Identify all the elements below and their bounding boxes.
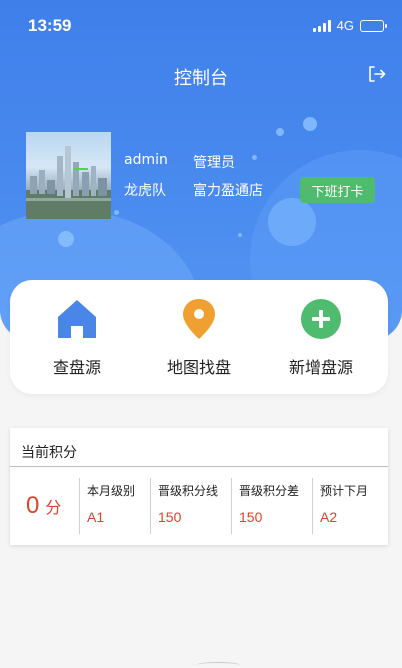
decor-dot: [238, 233, 242, 237]
score-column-level: 本月级别 A1: [79, 478, 149, 534]
score-column-gap: 晋级积分差 150: [231, 478, 312, 534]
score-value: 0: [26, 492, 40, 519]
column-header: 晋级积分差: [239, 484, 300, 498]
score-title: 当前积分: [21, 445, 77, 461]
decor-dot: [58, 231, 74, 247]
column-header: 晋级积分线: [158, 484, 219, 498]
map-pin-icon: [183, 299, 215, 339]
action-map-search[interactable]: 地图找盘: [136, 280, 262, 394]
page-title: 控制台: [174, 68, 228, 89]
logout-icon[interactable]: [366, 64, 386, 84]
column-value: A2: [320, 509, 338, 525]
column-value: 150: [239, 509, 263, 525]
user-role: 管理员: [193, 155, 235, 171]
city-skyline-image: [26, 146, 111, 219]
status-time: 13:59: [28, 16, 72, 35]
score-card: 当前积分 0分 本月级别 A1 晋级积分线 150 晋级积分差 150 预计下月…: [10, 428, 388, 545]
column-value: 150: [158, 509, 182, 525]
decor-blob: [268, 198, 316, 246]
status-indicators: 4G: [312, 18, 387, 33]
action-label: 地图找盘: [166, 358, 231, 377]
user-team: 龙虎队: [124, 183, 166, 199]
column-header: 预计下月: [320, 484, 369, 498]
decor-dot: [276, 128, 284, 136]
plus-circle-icon: [301, 299, 341, 339]
score-total: 0分: [26, 492, 61, 520]
user-name: admin: [124, 152, 168, 168]
score-column-next-month: 预计下月 A2: [312, 478, 386, 534]
home-icon: [58, 300, 96, 338]
column-value: A1: [87, 509, 105, 525]
decor-dot: [114, 210, 119, 215]
score-column-threshold: 晋级积分线 150: [150, 478, 231, 534]
action-browse-listings[interactable]: 查盘源: [14, 280, 140, 394]
bottom-indicator: [196, 662, 240, 668]
battery-icon: [360, 19, 387, 32]
score-unit: 分: [45, 498, 62, 517]
action-add-listing[interactable]: 新增盘源: [258, 280, 384, 394]
divider: [10, 466, 388, 467]
column-header: 本月级别: [87, 484, 136, 498]
checkout-button[interactable]: 下班打卡: [300, 177, 375, 203]
action-label: 查盘源: [52, 358, 101, 377]
signal-icon: [312, 19, 331, 32]
user-store: 富力盈通店: [193, 183, 263, 199]
status-bar: 13:59 4G: [0, 0, 402, 54]
quick-actions: 查盘源 地图找盘 新增盘源: [10, 280, 388, 394]
decor-dot: [252, 155, 257, 160]
action-label: 新增盘源: [288, 358, 353, 377]
decor-dot: [303, 117, 317, 131]
network-label: 4G: [336, 18, 354, 33]
avatar[interactable]: [26, 132, 111, 219]
